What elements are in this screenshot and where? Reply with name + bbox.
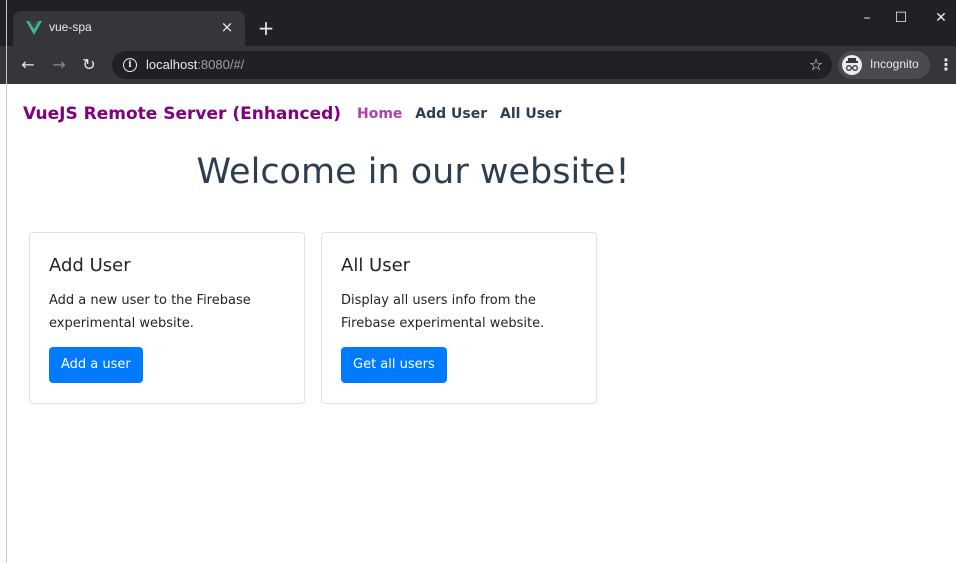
info-icon[interactable]: i — [123, 58, 137, 72]
incognito-badge[interactable]: Incognito — [838, 51, 930, 79]
navbar-links: Home Add User All User — [357, 106, 569, 122]
address-bar[interactable]: i localhost:8080/#/ ☆ — [112, 51, 832, 79]
add-user-button[interactable]: Add a user — [49, 347, 143, 383]
tab-close-icon[interactable]: × — [219, 17, 235, 37]
close-window-icon[interactable]: ✕ — [926, 6, 956, 30]
card-all-user: All User Display all users info from the… — [321, 232, 597, 404]
nav-link-all-user[interactable]: All User — [500, 106, 561, 122]
tab-strip: vue-spa × + – ☐ ✕ — [0, 0, 956, 46]
page-title: Welcome in our website! — [196, 152, 630, 192]
navbar-brand[interactable]: VueJS Remote Server (Enhanced) — [23, 104, 341, 124]
tab-title: vue-spa — [49, 20, 92, 34]
card-title: Add User — [49, 255, 131, 276]
card-title: All User — [341, 255, 411, 276]
new-tab-icon[interactable]: + — [255, 17, 277, 39]
incognito-label: Incognito — [870, 57, 919, 71]
maximize-icon[interactable]: ☐ — [886, 6, 916, 30]
incognito-icon — [842, 55, 862, 75]
minimize-icon[interactable]: – — [852, 6, 882, 30]
browser-window: vue-spa × + – ☐ ✕ ← → ↻ i localhost:8080… — [0, 0, 956, 563]
arrow-right-icon[interactable]: → — [48, 54, 70, 76]
get-all-users-button[interactable]: Get all users — [341, 347, 447, 383]
card-text: Add a new user to the Firebase experimen… — [49, 293, 251, 331]
star-icon[interactable]: ☆ — [806, 54, 826, 76]
card-add-user: Add User Add a new user to the Firebase … — [29, 232, 305, 404]
vue-logo-icon — [26, 21, 42, 35]
page-content: VueJS Remote Server (Enhanced) Home Add … — [7, 84, 956, 563]
card-text: Display all users info from the Firebase… — [341, 293, 545, 331]
arrow-left-icon[interactable]: ← — [17, 54, 39, 76]
more-vert-icon[interactable]: ⋮ — [938, 54, 954, 76]
browser-toolbar: ← → ↻ i localhost:8080/#/ ☆ Incognito ⋮ — [0, 46, 956, 84]
reload-icon[interactable]: ↻ — [78, 54, 100, 76]
nav-link-home[interactable]: Home — [357, 106, 402, 122]
nav-link-add-user[interactable]: Add User — [415, 106, 487, 122]
url-text[interactable]: localhost:8080/#/ — [146, 57, 244, 72]
tab-vue-spa[interactable]: vue-spa × — [13, 11, 245, 46]
